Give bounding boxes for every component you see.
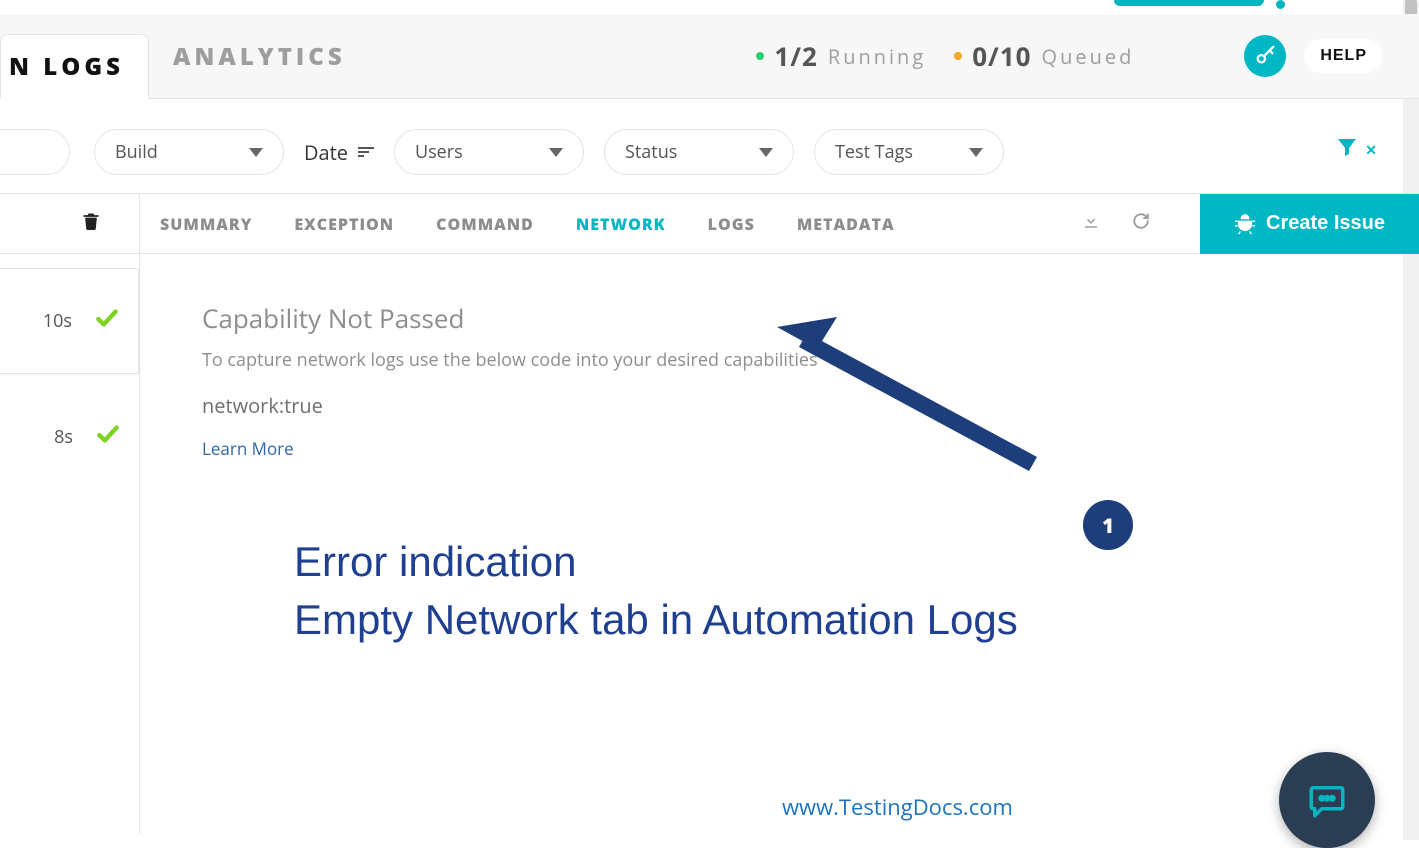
filter-partial-left[interactable] (0, 129, 70, 175)
filter-date-label: Date (304, 139, 348, 166)
annotation-marker-number: 1 (1102, 512, 1114, 539)
funnel-icon (1335, 135, 1359, 159)
sort-icon (358, 147, 374, 157)
tab-exception[interactable]: EXCEPTION (294, 213, 394, 235)
filter-test-tags[interactable]: Test Tags (814, 129, 1004, 175)
tab-summary[interactable]: SUMMARY (160, 213, 252, 235)
download-icon (1082, 212, 1100, 230)
queued-count: 0/10 (972, 38, 1031, 74)
check-icon (95, 421, 121, 453)
create-issue-button[interactable]: Create Issue (1200, 194, 1419, 254)
chat-icon (1306, 779, 1348, 821)
trash-icon (81, 210, 101, 232)
tab-automation-logs[interactable]: N LOGS (0, 34, 149, 99)
filter-build-label: Build (115, 140, 158, 164)
test-row-1-duration: 10s (43, 309, 72, 333)
refresh-button[interactable] (1132, 212, 1150, 235)
tab-metadata[interactable]: METADATA (797, 213, 895, 235)
filter-users-label: Users (415, 140, 463, 164)
tab-network[interactable]: NETWORK (576, 213, 666, 235)
top-dot-peek (1276, 0, 1285, 9)
check-icon (94, 305, 120, 337)
test-row-2[interactable]: 8s (0, 410, 139, 464)
capability-code: network:true (202, 392, 1419, 419)
delete-button[interactable] (81, 210, 101, 237)
refresh-icon (1132, 212, 1150, 230)
running-label: Running (828, 43, 926, 70)
help-label: HELP (1320, 47, 1367, 65)
create-issue-label: Create Issue (1266, 212, 1385, 235)
nav-tabs: N LOGS ANALYTICS 1/2 Running 0/10 Queued… (0, 14, 1419, 99)
left-rail: 10s 8s (0, 194, 140, 834)
chat-fab[interactable] (1279, 752, 1375, 848)
filter-users[interactable]: Users (394, 129, 584, 175)
stat-queued: 0/10 Queued (954, 38, 1134, 74)
detail-panel: SUMMARY EXCEPTION COMMAND NETWORK LOGS M… (140, 194, 1419, 834)
annotation-marker: 1 (1083, 500, 1133, 550)
tab-analytics-label: ANALYTICS (173, 40, 346, 73)
filter-status-label: Status (625, 140, 677, 164)
annotation-line-2: Empty Network tab in Automation Logs (294, 596, 1018, 644)
filter-status[interactable]: Status (604, 129, 794, 175)
annotation-site: www.TestingDocs.com (782, 792, 1013, 822)
clear-x-icon: ✕ (1365, 141, 1377, 160)
left-rail-header (0, 194, 139, 254)
tab-automation-logs-label: N LOGS (9, 50, 124, 83)
tab-logs[interactable]: LOGS (708, 213, 755, 235)
chevron-down-icon (549, 148, 563, 157)
filter-test-tags-label: Test Tags (835, 140, 913, 164)
annotation-line-1: Error indication (294, 538, 576, 586)
network-empty-state: Capability Not Passed To capture network… (140, 254, 1419, 460)
detail-tabs: SUMMARY EXCEPTION COMMAND NETWORK LOGS M… (140, 194, 1419, 254)
help-button[interactable]: HELP (1304, 39, 1383, 73)
running-dot-icon (756, 52, 764, 60)
key-icon (1254, 45, 1276, 67)
capability-subtitle: To capture network logs use the below co… (202, 348, 1419, 372)
main-area: 10s 8s SUMMARY EXCEPTION COMMAND NETWORK… (0, 194, 1419, 834)
session-stats: 1/2 Running 0/10 Queued (756, 38, 1134, 74)
running-count: 1/2 (774, 38, 817, 74)
tab-command[interactable]: COMMAND (436, 213, 534, 235)
download-button[interactable] (1082, 212, 1100, 235)
queued-label: Queued (1042, 43, 1135, 70)
test-row-2-duration: 8s (54, 425, 73, 449)
filter-date[interactable]: Date (304, 139, 374, 166)
test-row-1[interactable]: 10s (0, 268, 139, 374)
filters-row: Build Date Users Status Test Tags ✕ (0, 99, 1419, 194)
chevron-down-icon (249, 148, 263, 157)
bug-icon (1234, 213, 1256, 235)
stat-running: 1/2 Running (756, 38, 926, 74)
access-key-button[interactable] (1244, 35, 1286, 77)
clear-filters[interactable]: ✕ (1335, 135, 1377, 160)
chevron-down-icon (969, 148, 983, 157)
capability-title: Capability Not Passed (202, 300, 1419, 336)
queued-dot-icon (954, 52, 962, 60)
top-blue-pill-peek (1114, 0, 1264, 6)
chevron-down-icon (759, 148, 773, 157)
tab-analytics[interactable]: ANALYTICS (149, 24, 370, 89)
filter-build[interactable]: Build (94, 129, 284, 175)
learn-more-link[interactable]: Learn More (202, 437, 294, 460)
